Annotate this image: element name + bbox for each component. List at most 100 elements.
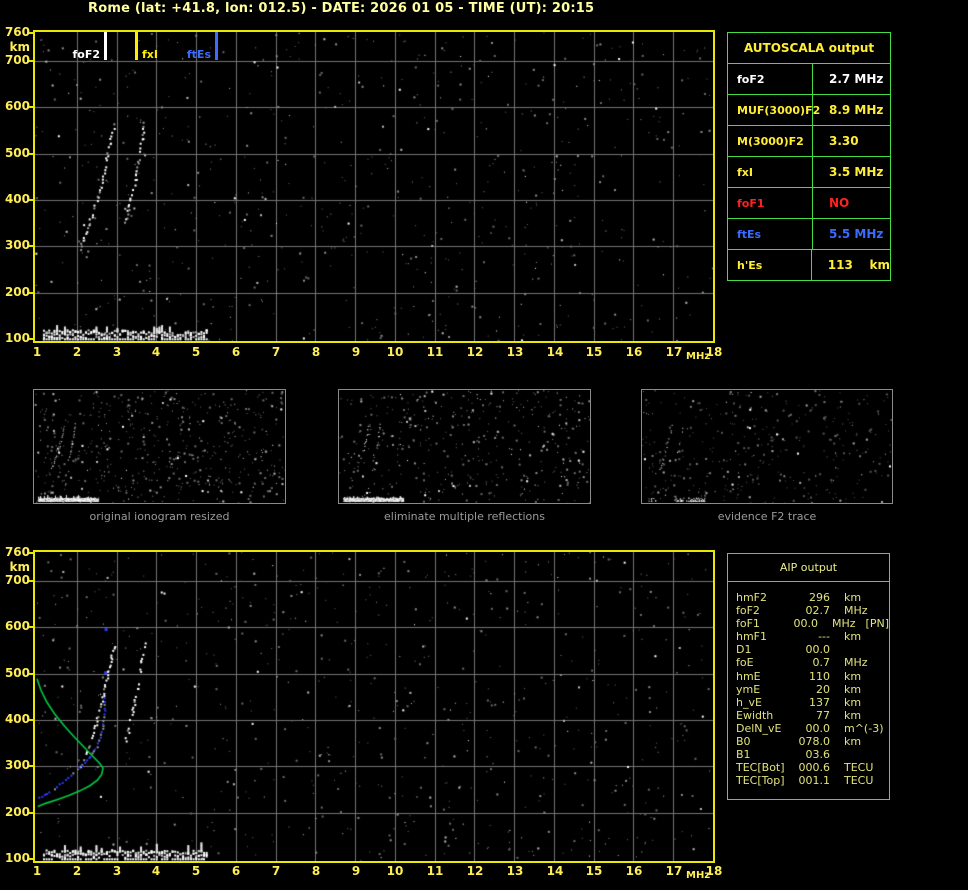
top-ionogram-canvas [35,32,713,341]
aip-row-value: --- [794,630,830,643]
x-tick-label: 2 [66,345,88,359]
aip-row-label: hmF1 [736,630,794,643]
aip-row-TEC[Bot]: TEC[Bot]000.6TECU [728,761,889,774]
aip-row-hmF1: hmF1---km [728,630,889,643]
y-tick [29,719,33,721]
aip-row-value: 02.7 [794,604,830,617]
y-tick [29,292,33,294]
top-ionogram-plot: foF2fxIftEs [33,30,715,343]
aip-row-unit: km [844,735,861,748]
marker-line-foF2 [104,32,107,60]
aip-table-rows: hmF2296kmfoF202.7MHzfoF100.0MHz[PN]hmF1-… [728,582,889,787]
y-tick-label: 200 [0,805,30,819]
x-tick-label: 17 [663,864,685,878]
x-tick-label: 6 [225,864,247,878]
x-tick-label: 7 [265,864,287,878]
x-tick-label: 13 [504,864,526,878]
aip-row-label: B0 [736,735,794,748]
y-tick-label: 600 [0,619,30,633]
aip-row-B0: B0078.0 km [728,735,889,748]
aip-row-unit: TECU [844,774,873,787]
bottom-ionogram-plot [33,550,715,863]
x-tick-label: 5 [185,864,207,878]
x-tick-label: 4 [145,864,167,878]
y-tick-label: 100 [0,851,30,865]
aip-row-unit: km [844,709,861,722]
autoscala-output-table: AUTOSCALA output foF22.7 MHzMUF(3000)F28… [727,32,891,281]
autoscala-row-h'Es: h'Es113 km [728,250,890,280]
aip-row-note: [PN] [866,617,889,630]
aip-row-value: 000.6 [794,761,830,774]
aip-row-DelN_vE: DelN_vE00.0m^(-3) [728,722,889,735]
aip-row-value: 137 [794,696,830,709]
marker-line-ftEs [215,32,218,60]
autoscala-row-MUF(3000)F2: MUF(3000)F28.9 MHz [728,95,890,126]
aip-row-Ewidth: Ewidth77km [728,709,889,722]
aip-row-value: 00.0 [794,722,830,735]
autoscala-row-foF2: foF22.7 MHz [728,64,890,95]
autoscala-row-value: 2.7 MHz [813,64,890,94]
y-tick [29,580,33,582]
x-tick-label: 12 [464,864,486,878]
x-tick-label: 12 [464,345,486,359]
y-tick-label: 400 [0,712,30,726]
y-tick [29,673,33,675]
aip-row-value: 20 [794,683,830,696]
y-tick-label: 700 [0,53,30,67]
bottom-ionogram-canvas [35,552,713,861]
y-tick-label: 760 [0,25,30,39]
thumbnail-f2-canvas [642,390,892,503]
autoscala-table-rows: foF22.7 MHzMUF(3000)F28.9 MHzM(3000)F23.… [728,64,890,280]
y-tick-label: 500 [0,146,30,160]
y-tick [29,245,33,247]
aip-row-value: 03.6 [794,748,830,761]
x-tick-label: 16 [623,345,645,359]
aip-row-label: foE [736,656,794,669]
x-tick-label: 15 [583,345,605,359]
thumbnail-caption-f2: evidence F2 trace [641,510,893,523]
aip-row-value: 078.0 [794,735,830,748]
autoscala-row-value: 113 km [812,250,890,280]
x-tick-label: 4 [145,345,167,359]
aip-row-unit: km [844,696,861,709]
aip-row-label: TEC[Bot] [736,761,794,774]
marker-label-foF2: foF2 [56,48,100,61]
y-tick-label: 300 [0,238,30,252]
autoscala-row-fxI: fxI3.5 MHz [728,157,890,188]
y-tick [29,765,33,767]
aip-row-value: 00.0 [794,643,830,656]
autoscala-row-label: MUF(3000)F2 [728,95,813,125]
aip-row-foE: foE0.7MHz [728,656,889,669]
autoscala-row-ftEs: ftEs5.5 MHz [728,219,890,250]
autoscala-row-foF1: foF1NO [728,188,890,219]
y-tick-label: 400 [0,192,30,206]
y-tick [29,552,33,554]
x-tick-label: 14 [544,345,566,359]
aip-row-hmE: hmE110km [728,670,889,683]
aip-row-foF2: foF202.7MHz [728,604,889,617]
x-tick-label: 1 [26,864,48,878]
autoscala-row-label: M(3000)F2 [728,126,813,156]
x-tick-label: 10 [384,345,406,359]
y-tick [29,812,33,814]
y-tick-label: 100 [0,331,30,345]
thumbnail-f2-trace [641,389,893,504]
y-tick [29,858,33,860]
aip-row-unit: km [844,591,861,604]
aip-row-value: 77 [794,709,830,722]
x-axis-unit: MHz [686,870,710,881]
y-tick [29,338,33,340]
aip-row-ymE: ymE20km [728,683,889,696]
aip-row-foF1: foF100.0MHz[PN] [728,617,889,630]
autoscala-row-label: foF2 [728,64,813,94]
aip-row-unit: m^(-3) [844,722,883,735]
station-date-title: Rome (lat: +41.8, lon: 012.5) - DATE: 20… [88,1,594,16]
x-tick-label: 9 [345,345,367,359]
aip-row-label: hmF2 [736,591,794,604]
y-tick-label: 600 [0,99,30,113]
y-axis-unit: km [0,40,30,54]
y-tick-label: 200 [0,285,30,299]
x-tick-label: 17 [663,345,685,359]
x-axis-unit: MHz [686,351,710,362]
y-tick [29,106,33,108]
